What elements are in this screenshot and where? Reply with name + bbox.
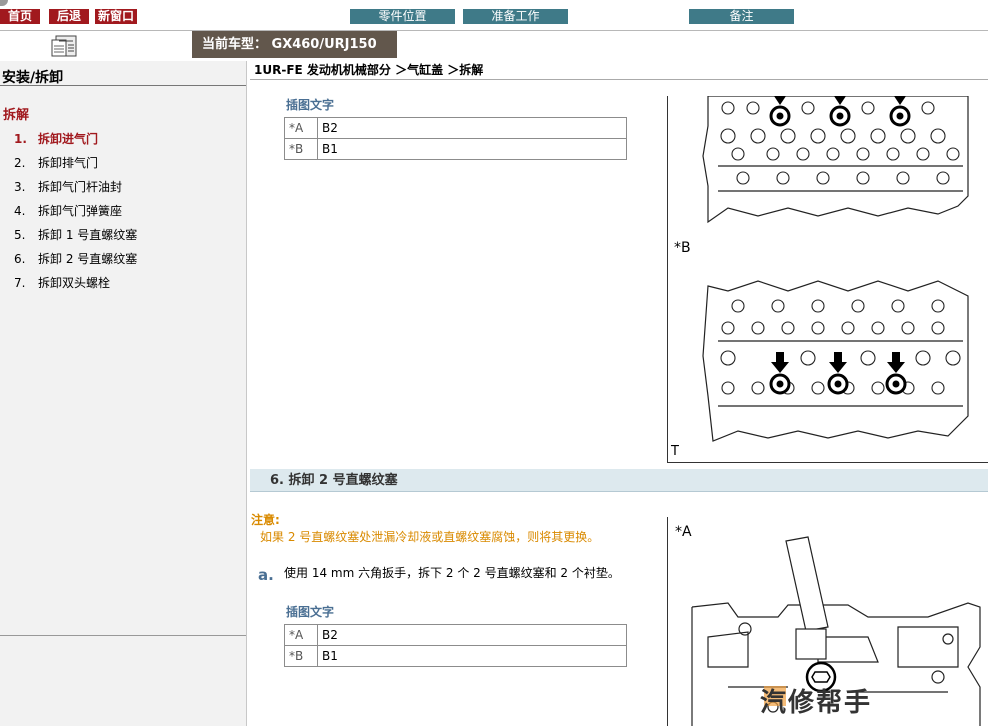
cylinder-head-illustration: *B T [667, 96, 988, 463]
table-row: *A B2 [284, 117, 627, 139]
item-label: 拆卸进气门 [38, 132, 99, 146]
new-window-button[interactable]: 新窗口 [95, 9, 137, 24]
sidebar: 安装/拆卸 拆解 1. 拆卸进气门 2. 拆卸排气门 3. 拆卸气门杆油封 4. 拆卸气… [0, 61, 247, 726]
logo-fragment [0, 0, 8, 6]
notes-button[interactable]: 备注 [689, 9, 794, 24]
legend-value: B2 [317, 624, 627, 646]
model-bar [0, 31, 988, 61]
item-number: 5. [14, 228, 26, 242]
item-label: 拆卸气门杆油封 [38, 180, 123, 194]
watermark: 汽修帮手 [760, 688, 873, 718]
item-label: 拆卸 1 号直螺纹塞 [38, 228, 138, 242]
document-icon[interactable] [50, 34, 82, 58]
item-number: 2. [14, 156, 26, 170]
home-button[interactable]: 首页 [0, 9, 40, 24]
figure-caption: 插图文字 [286, 605, 335, 619]
legend-key: *A [284, 624, 318, 646]
figure-legend-table: *A B2 *B B1 [284, 117, 627, 160]
figure-caption: 插图文字 [286, 98, 335, 112]
legend-value: B2 [317, 117, 627, 139]
illustration-label-b: *B [674, 240, 691, 256]
figure-legend-table: *A B2 *B B1 [284, 624, 627, 667]
parts-location-button[interactable]: 零件位置 [350, 9, 455, 24]
note-title: 注意: [251, 513, 280, 527]
note-text: 如果 2 号直螺纹塞处泄漏冷却液或直螺纹塞腐蚀，则将其更换。 [260, 530, 600, 544]
item-number: 1. [14, 132, 27, 146]
legend-value: B1 [317, 138, 627, 160]
current-car-model: 当前车型： GX460/URJ150 [192, 31, 397, 58]
sidebar-subtitle: 拆解 [3, 108, 30, 123]
item-label: 拆卸 2 号直螺纹塞 [38, 252, 138, 266]
item-number: 7. [14, 276, 26, 290]
item-label: 拆卸双头螺栓 [38, 276, 111, 290]
step-text: 使用 14 mm 六角扳手，拆下 2 个 2 号直螺纹塞和 2 个衬垫。 [284, 566, 620, 580]
sidebar-item-remove-exhaust-valve[interactable]: 2. 拆卸排气门 [14, 154, 137, 178]
sidebar-item-remove-plug-1[interactable]: 5. 拆卸 1 号直螺纹塞 [14, 226, 137, 250]
sidebar-divider [0, 85, 246, 86]
item-label: 拆卸气门弹簧座 [38, 204, 123, 218]
legend-key: *B [284, 645, 318, 667]
sidebar-item-remove-plug-2[interactable]: 6. 拆卸 2 号直螺纹塞 [14, 250, 137, 274]
table-row: *B B1 [284, 645, 627, 667]
illustration-label-a: *A [675, 524, 692, 540]
sidebar-item-remove-spring-seat[interactable]: 4. 拆卸气门弹簧座 [14, 202, 137, 226]
legend-value: B1 [317, 645, 627, 667]
sidebar-item-remove-stud-bolt[interactable]: 7. 拆卸双头螺栓 [14, 274, 137, 298]
step-letter: a. [258, 566, 274, 584]
sidebar-bottom-divider [0, 635, 246, 636]
section-heading: 6. 拆卸 2 号直螺纹塞 [250, 469, 988, 492]
table-row: *B B1 [284, 138, 627, 160]
item-number: 6. [14, 252, 26, 266]
illustration-label-t: T [671, 444, 679, 459]
legend-key: *A [284, 117, 318, 139]
preparation-button[interactable]: 准备工作 [463, 9, 568, 24]
breadcrumb: 1UR-FE 发动机机械部分 ＞气缸盖 ＞拆解 [250, 61, 988, 80]
table-row: *A B2 [284, 624, 627, 646]
legend-key: *B [284, 138, 318, 160]
back-button[interactable]: 后退 [49, 9, 89, 24]
cylinder-head-drawing [702, 96, 969, 442]
sidebar-item-remove-valve-stem-seal[interactable]: 3. 拆卸气门杆油封 [14, 178, 137, 202]
sidebar-item-remove-intake-valve[interactable]: 1. 拆卸进气门 [14, 130, 137, 154]
top-toolbar: 首页 后退 新窗口 零件位置 准备工作 备注 [0, 0, 988, 31]
sidebar-list: 1. 拆卸进气门 2. 拆卸排气门 3. 拆卸气门杆油封 4. 拆卸气门弹簧座 5. 拆卸… [14, 130, 137, 298]
item-number: 3. [14, 180, 26, 194]
item-number: 4. [14, 204, 26, 218]
item-label: 拆卸排气门 [38, 156, 99, 170]
sidebar-title: 安装/拆卸 [2, 70, 64, 86]
